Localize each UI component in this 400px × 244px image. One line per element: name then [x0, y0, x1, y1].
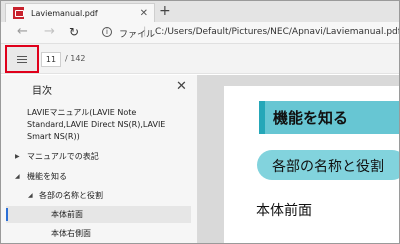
heading-accent-bar — [259, 101, 265, 134]
table-of-contents-icon — [17, 56, 27, 64]
forward-arrow-icon[interactable]: → — [44, 24, 55, 40]
browser-window: Laviemanual.pdf ✕ + ← → ↻ i ファイル | C:/Us… — [0, 0, 400, 244]
address-separator: | — [143, 26, 147, 37]
toc-selected-row — [6, 206, 191, 223]
close-icon[interactable]: ✕ — [176, 79, 187, 94]
caret-right-icon[interactable]: ▶ — [15, 153, 20, 160]
pdf-toolbar: 11 / 142 — [1, 44, 399, 74]
tab-strip: Laviemanual.pdf ✕ + — [1, 1, 399, 22]
tab-title: Laviemanual.pdf — [31, 8, 98, 18]
toc-panel: 目次 ✕ LAVIEマニュアル(LAVIE Note Standard,LAVI… — [1, 75, 198, 243]
selection-indicator — [6, 208, 8, 221]
info-icon[interactable]: i — [102, 27, 112, 37]
toc-title: 目次 — [32, 86, 52, 97]
table-of-contents-button[interactable] — [5, 45, 39, 73]
close-icon[interactable]: ✕ — [140, 8, 148, 19]
url-field[interactable]: C:/Users/Default/Pictures/NEC/Apnavi/Lav… — [155, 27, 399, 37]
caret-down-icon[interactable]: ◢ — [15, 173, 20, 180]
reload-icon[interactable]: ↻ — [69, 24, 79, 40]
toc-item-right-side[interactable]: 本体右側面 — [51, 228, 91, 240]
subsection-title: 本体前面 — [256, 203, 312, 219]
pdf-page: 機能を知る 各部の名称と役割 本体前面 — [224, 86, 399, 243]
site-label: ファイル — [119, 30, 156, 40]
toc-item-notation[interactable]: マニュアルでの表記 — [27, 151, 99, 163]
pdf-page-view: 機能を知る 各部の名称と役割 本体前面 — [198, 75, 399, 243]
page-number-input[interactable]: 11 — [41, 52, 61, 67]
caret-down-icon[interactable]: ◢ — [28, 192, 33, 199]
toc-item-features[interactable]: 機能を知る — [27, 171, 67, 183]
toc-item-front[interactable]: 本体前面 — [51, 209, 83, 221]
page-heading: 機能を知る — [273, 109, 349, 127]
back-arrow-icon[interactable]: ← — [17, 24, 28, 40]
new-tab-button[interactable]: + — [159, 3, 171, 19]
page-total: / 142 — [65, 54, 86, 63]
toc-item-root[interactable]: LAVIEマニュアル(LAVIE Note Standard,LAVIE Dir… — [27, 107, 192, 143]
pdf-file-icon — [13, 7, 24, 19]
tab-laviemanual[interactable]: Laviemanual.pdf ✕ — [5, 3, 155, 22]
address-bar: ← → ↻ i ファイル | C:/Users/Default/Pictures… — [1, 22, 399, 44]
section-title: 各部の名称と役割 — [272, 159, 384, 175]
toc-item-parts[interactable]: 各部の名称と役割 — [39, 190, 103, 202]
